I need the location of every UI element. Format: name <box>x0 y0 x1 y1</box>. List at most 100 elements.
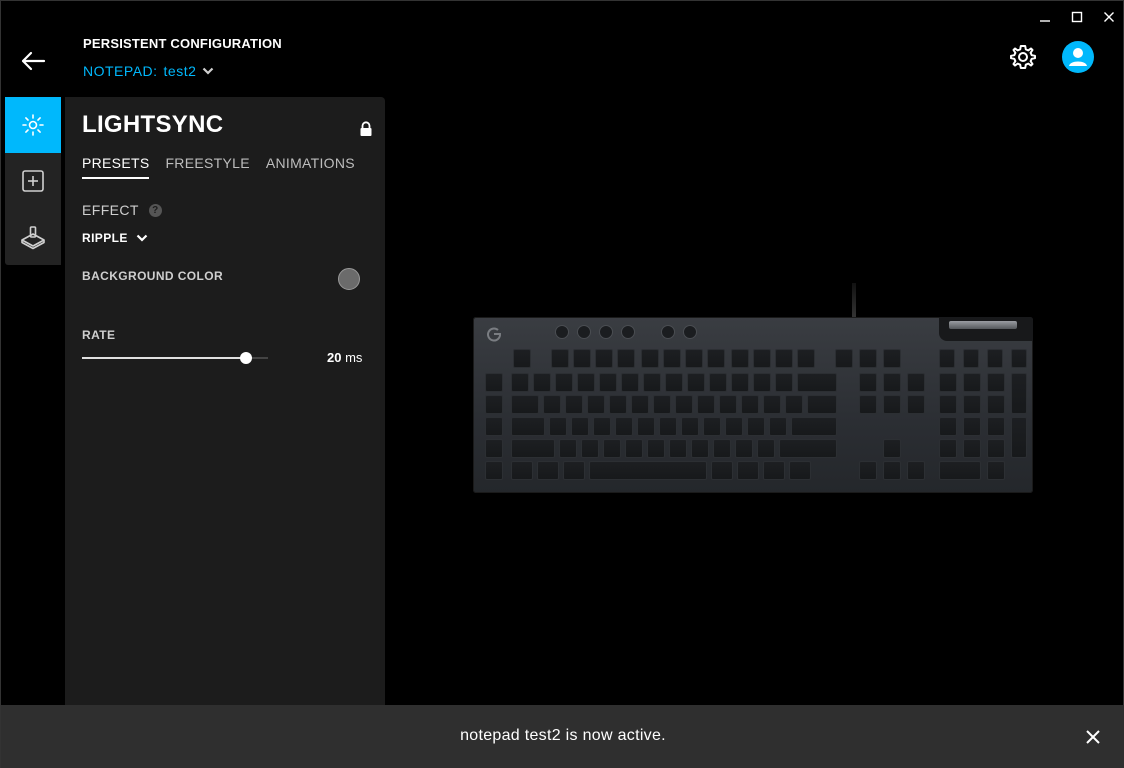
configuration-label: PERSISTENT CONFIGURATION <box>83 36 282 51</box>
close-window-button[interactable] <box>1098 7 1120 27</box>
maximize-button[interactable] <box>1066 7 1088 27</box>
profile-name: test2 <box>163 63 197 79</box>
keyboard-key <box>581 439 599 458</box>
keyboard-key <box>1011 349 1027 368</box>
effect-dropdown[interactable]: RIPPLE <box>82 231 148 245</box>
media-button <box>599 325 613 339</box>
user-avatar-button[interactable] <box>1062 41 1094 73</box>
profile-selector[interactable]: NOTEPAD: test2 <box>83 63 214 79</box>
keyboard-key <box>963 349 979 368</box>
panel-title: LIGHTSYNC <box>82 111 224 138</box>
keyboard-key <box>741 395 759 414</box>
keyboard-key <box>665 373 683 392</box>
keyboard-key <box>987 439 1005 458</box>
keyboard-key <box>939 395 957 414</box>
keyboard-key <box>687 373 705 392</box>
slider-thumb[interactable] <box>239 352 252 364</box>
keyboard-key <box>681 417 699 436</box>
profile-prefix: NOTEPAD: <box>83 63 158 79</box>
keyboard-key <box>763 461 785 480</box>
keyboard-key <box>631 395 649 414</box>
keyboard-key <box>859 461 877 480</box>
rail-item-lightsync[interactable] <box>5 97 61 153</box>
effect-label: EFFECT <box>82 202 139 218</box>
close-icon <box>1086 730 1100 744</box>
keyboard-key <box>543 395 561 414</box>
keyboard-key <box>987 395 1005 414</box>
keyboard-key <box>707 349 725 368</box>
tab-presets[interactable]: PRESETS <box>82 155 150 179</box>
keyboard-key <box>559 439 577 458</box>
keyboard-key <box>621 373 639 392</box>
keyboard-key <box>963 439 981 458</box>
keyboard-key <box>883 373 901 392</box>
rate-number: 20 <box>327 350 342 365</box>
rate-unit: ms <box>345 350 363 365</box>
keyboard-key <box>587 395 605 414</box>
keyboard-key <box>719 395 737 414</box>
keyboard-key <box>555 373 573 392</box>
keyboard-key <box>485 439 503 458</box>
keyboard-key <box>731 349 749 368</box>
back-button[interactable] <box>17 45 49 77</box>
back-arrow-icon <box>21 51 46 71</box>
close-icon <box>1104 12 1114 22</box>
keyboard-key <box>513 349 531 368</box>
media-button <box>661 325 675 339</box>
toast-message: notepad test2 is now active. <box>460 727 666 744</box>
keyboard-key <box>571 417 589 436</box>
tab-animations[interactable]: ANIMATIONS <box>266 155 355 179</box>
media-button <box>683 325 697 339</box>
keyboard-key <box>939 373 957 392</box>
keyboard-key <box>485 417 503 436</box>
user-icon <box>1069 48 1087 66</box>
keyboard-key <box>775 349 793 368</box>
keyboard-key <box>573 349 591 368</box>
keyboard-key <box>511 461 533 480</box>
keyboard-key <box>731 373 749 392</box>
keyboard-key <box>753 373 771 392</box>
keyboard-key <box>779 439 837 458</box>
lightsync-panel: LIGHTSYNC PRESETS FREESTYLE ANIMATIONS E… <box>65 97 385 707</box>
keyboard-key <box>537 461 559 480</box>
chevron-down-icon <box>203 67 214 75</box>
keyboard-key <box>807 395 837 414</box>
keyboard-key <box>939 349 955 368</box>
background-color-swatch[interactable] <box>338 268 360 290</box>
keyboard-key <box>595 349 613 368</box>
keyboard-key <box>835 349 853 368</box>
assignments-icon <box>22 170 44 192</box>
keyboard-key <box>589 461 707 480</box>
keyboard-key <box>883 395 901 414</box>
toast-close-button[interactable] <box>1083 727 1103 747</box>
keyboard-key <box>737 461 759 480</box>
maximize-icon <box>1071 11 1083 23</box>
keyboard-key <box>691 439 709 458</box>
minimize-button[interactable] <box>1034 7 1056 27</box>
app-window: PERSISTENT CONFIGURATION NOTEPAD: test2 <box>0 0 1124 768</box>
tab-freestyle[interactable]: FREESTYLE <box>165 155 249 179</box>
slider-fill <box>82 357 246 359</box>
keyboard-key <box>859 349 877 368</box>
keyboard-key <box>797 349 815 368</box>
keyboard-key <box>709 373 727 392</box>
keyboard-key <box>883 439 901 458</box>
keyboard-key <box>987 373 1005 392</box>
keyboard-key <box>797 373 837 392</box>
keyboard-key <box>987 349 1003 368</box>
keyboard-key <box>859 373 877 392</box>
rail-item-assignments[interactable] <box>5 153 61 209</box>
rail-item-game-mode[interactable] <box>5 209 61 265</box>
keyboard-image[interactable] <box>473 317 1033 493</box>
keyboard-key <box>697 395 715 414</box>
keyboard-key <box>753 349 771 368</box>
minimize-icon <box>1040 20 1050 22</box>
keyboard-key <box>907 373 925 392</box>
help-icon[interactable]: ? <box>148 203 162 217</box>
settings-button[interactable] <box>1008 42 1038 72</box>
rate-slider[interactable] <box>82 351 268 365</box>
feature-rail <box>5 97 61 265</box>
keyboard-key <box>609 395 627 414</box>
effect-label-row: EFFECT ? <box>82 202 162 218</box>
keyboard-key <box>511 439 555 458</box>
